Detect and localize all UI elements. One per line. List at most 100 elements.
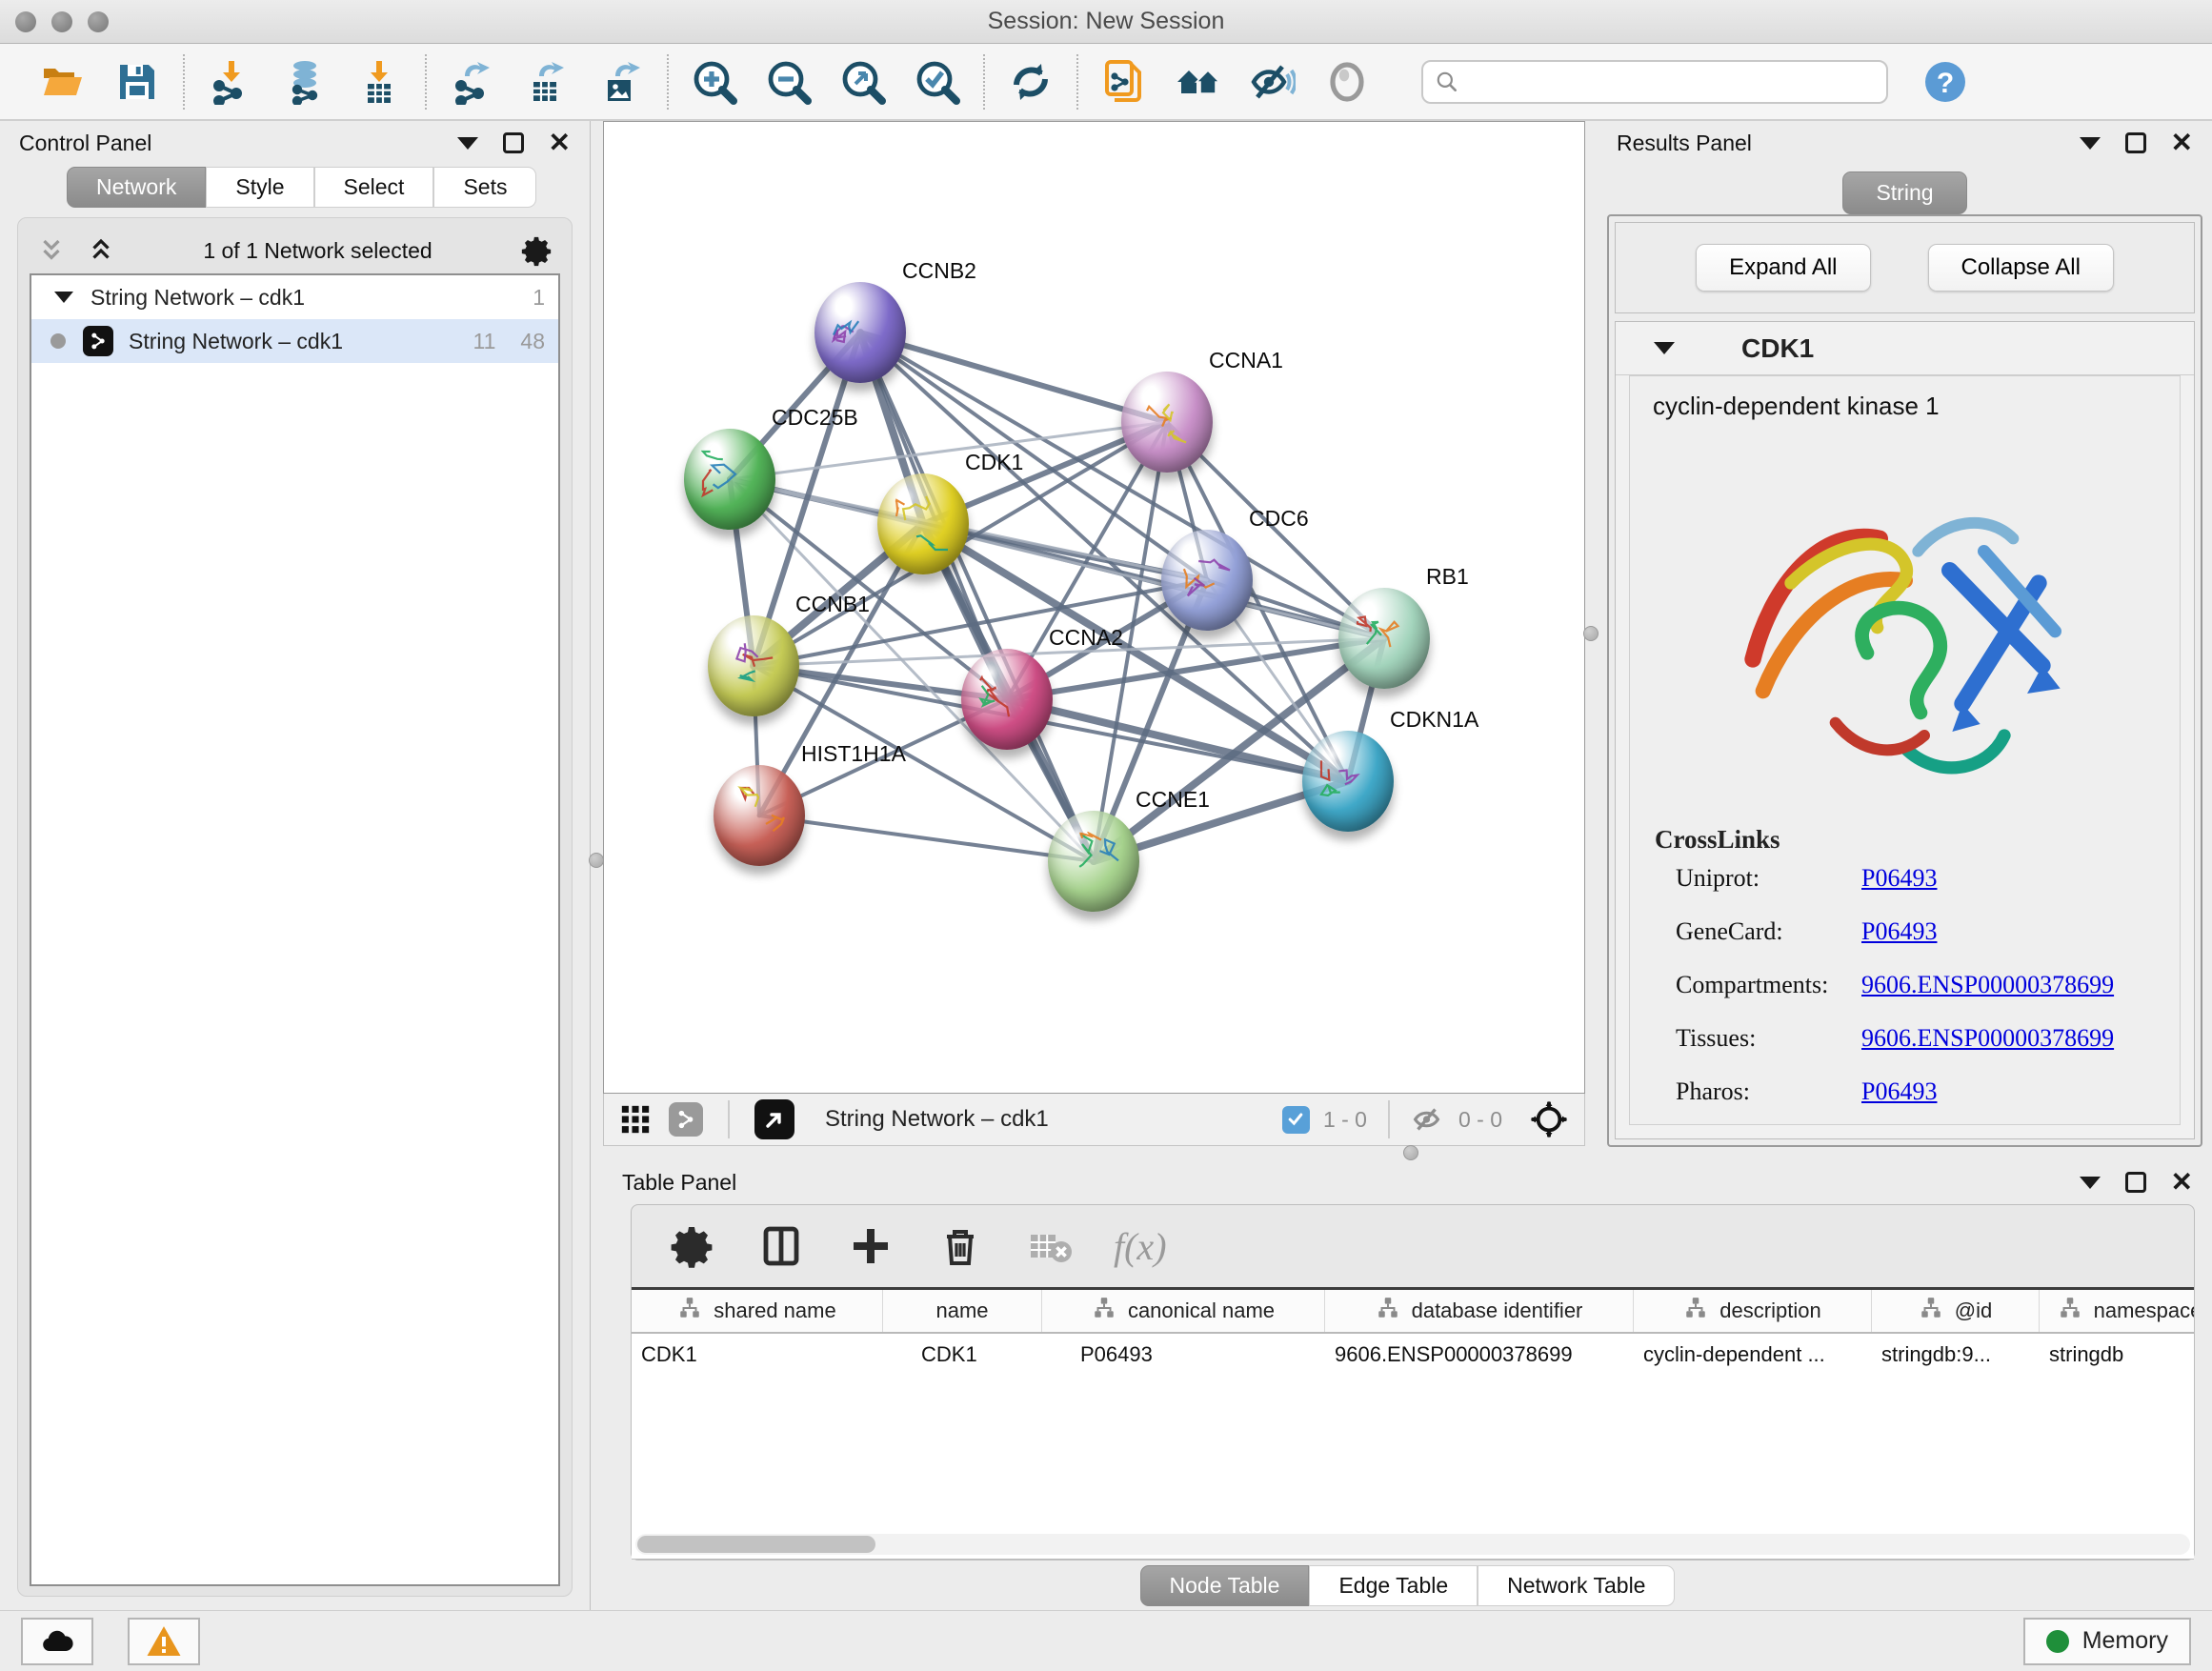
crosslink-link[interactable]: P06493 bbox=[1861, 917, 1937, 946]
float-panel-icon[interactable] bbox=[2125, 132, 2146, 153]
tab-network[interactable]: Network bbox=[67, 167, 206, 208]
tab-network-table[interactable]: Network Table bbox=[1478, 1565, 1675, 1606]
delete-column-icon[interactable] bbox=[935, 1220, 986, 1272]
crosslink-link[interactable]: P06493 bbox=[1861, 864, 1937, 893]
network-node-ccne1[interactable] bbox=[1048, 811, 1139, 912]
column-header-database-identifier[interactable]: database identifier bbox=[1325, 1290, 1634, 1332]
hide-selected-icon[interactable] bbox=[1248, 57, 1297, 107]
import-network-icon[interactable] bbox=[206, 57, 255, 107]
close-panel-icon[interactable]: ✕ bbox=[549, 130, 571, 156]
save-session-icon[interactable] bbox=[112, 57, 162, 107]
export-network-icon[interactable] bbox=[448, 57, 497, 107]
column-header-name[interactable]: name bbox=[883, 1290, 1042, 1332]
crosslink-link[interactable]: 9606.ENSP00000378699 bbox=[1861, 971, 2114, 999]
network-node-cdk1[interactable] bbox=[877, 473, 969, 574]
clear-table-icon[interactable] bbox=[1024, 1220, 1076, 1272]
search-input[interactable] bbox=[1469, 70, 1875, 94]
float-panel-icon[interactable] bbox=[2125, 1172, 2146, 1193]
show-selected-icon[interactable] bbox=[1322, 57, 1372, 107]
refresh-icon[interactable] bbox=[1006, 57, 1056, 107]
splitter-knob[interactable] bbox=[589, 853, 604, 868]
gene-description: cyclin-dependent kinase 1 bbox=[1653, 392, 2157, 421]
network-node-cdc6[interactable] bbox=[1161, 530, 1253, 631]
vertical-splitter[interactable] bbox=[591, 121, 603, 1610]
add-column-icon[interactable] bbox=[845, 1220, 896, 1272]
crosslink-link[interactable]: 9606.ENSP00000378699 bbox=[1861, 1024, 2114, 1053]
column-header-description[interactable]: description bbox=[1634, 1290, 1872, 1332]
close-panel-icon[interactable]: ✕ bbox=[2171, 1169, 2193, 1196]
network-canvas[interactable]: CCNB2CCNA1CDC25BCDK1CDC6RB1CCNB1CCNA2CDK… bbox=[603, 121, 1585, 1094]
column-header-namespace[interactable]: namespace bbox=[2040, 1290, 2194, 1332]
import-table-icon[interactable] bbox=[354, 57, 404, 107]
network-node-ccna2[interactable] bbox=[961, 649, 1053, 750]
zoom-selected-icon[interactable] bbox=[913, 57, 962, 107]
expand-all-chevron-icon[interactable] bbox=[87, 236, 115, 265]
collapse-all-chevron-icon[interactable] bbox=[37, 236, 66, 265]
share-view-icon[interactable] bbox=[669, 1102, 703, 1137]
selected-checkbox-icon[interactable] bbox=[1282, 1106, 1310, 1134]
open-session-icon[interactable] bbox=[38, 57, 88, 107]
network-node-ccnb1[interactable] bbox=[708, 615, 799, 716]
network-node-label: CDC25B bbox=[772, 405, 858, 431]
help-icon[interactable]: ? bbox=[1920, 57, 1970, 107]
collection-expand-caret-icon[interactable] bbox=[54, 292, 73, 303]
column-header-shared-name[interactable]: shared name bbox=[632, 1290, 883, 1332]
network-node-cdkn1a[interactable] bbox=[1302, 731, 1394, 832]
table-settings-gear-icon[interactable] bbox=[666, 1220, 717, 1272]
float-panel-icon[interactable] bbox=[503, 132, 524, 153]
network-collection-row[interactable]: String Network – cdk1 1 bbox=[31, 275, 558, 319]
splitter-knob[interactable] bbox=[1403, 1145, 1418, 1160]
tab-edge-table[interactable]: Edge Table bbox=[1309, 1565, 1478, 1606]
import-database-icon[interactable] bbox=[280, 57, 330, 107]
clipboard-share-icon[interactable] bbox=[1099, 57, 1149, 107]
cloud-icon[interactable] bbox=[21, 1618, 93, 1665]
network-row-selected[interactable]: String Network – cdk1 11 48 bbox=[31, 319, 558, 363]
table-horizontal-scrollbar[interactable] bbox=[635, 1534, 2190, 1555]
splitter-knob[interactable] bbox=[1583, 626, 1599, 641]
network-node-ccna1[interactable] bbox=[1121, 372, 1213, 473]
position-crosshair-icon[interactable] bbox=[1529, 1099, 1569, 1139]
export-table-icon[interactable] bbox=[522, 57, 572, 107]
panel-menu-icon[interactable] bbox=[2080, 137, 2101, 150]
columns-icon[interactable] bbox=[755, 1220, 807, 1272]
tab-style[interactable]: Style bbox=[206, 167, 313, 208]
network-node-cdc25b[interactable] bbox=[684, 429, 775, 530]
function-fx-icon[interactable]: f(x) bbox=[1114, 1224, 1167, 1269]
table-row[interactable]: CDK1CDK1P064939606.ENSP00000378699cyclin… bbox=[632, 1334, 2194, 1376]
crosslink-label: Uniprot: bbox=[1676, 864, 1861, 893]
warning-icon[interactable] bbox=[128, 1618, 200, 1665]
panel-menu-icon[interactable] bbox=[457, 137, 478, 150]
scrollbar-thumb[interactable] bbox=[637, 1536, 875, 1553]
expand-all-button[interactable]: Expand All bbox=[1696, 244, 1870, 292]
vertical-splitter[interactable] bbox=[1585, 121, 1598, 1160]
tab-node-table[interactable]: Node Table bbox=[1140, 1565, 1310, 1606]
collapse-all-button[interactable]: Collapse All bbox=[1928, 244, 2114, 292]
home-network-icon[interactable] bbox=[1174, 57, 1223, 107]
network-node-rb1[interactable] bbox=[1338, 588, 1430, 689]
section-collapse-caret-icon[interactable] bbox=[1654, 342, 1675, 354]
panel-menu-icon[interactable] bbox=[2080, 1177, 2101, 1189]
grid-view-icon[interactable] bbox=[619, 1103, 652, 1136]
hidden-eye-icon[interactable] bbox=[1411, 1102, 1445, 1137]
horizontal-splitter[interactable] bbox=[603, 1146, 1585, 1160]
network-options-gear-icon[interactable] bbox=[520, 234, 553, 267]
network-node-ccnb2[interactable] bbox=[814, 282, 906, 383]
protein-thumbnail bbox=[1356, 609, 1413, 668]
network-selected-status: 1 of 1 Network selected bbox=[136, 238, 499, 264]
network-node-hist1h1a[interactable] bbox=[714, 765, 805, 866]
tab-select[interactable]: Select bbox=[314, 167, 434, 208]
column-header-id[interactable]: @id bbox=[1872, 1290, 2040, 1332]
tab-string[interactable]: String bbox=[1842, 171, 1966, 214]
tab-sets[interactable]: Sets bbox=[433, 167, 536, 208]
crosslink-link[interactable]: P06493 bbox=[1861, 1077, 1937, 1106]
memory-button[interactable]: Memory bbox=[2023, 1618, 2191, 1665]
close-panel-icon[interactable]: ✕ bbox=[2171, 130, 2193, 156]
open-in-window-icon[interactable] bbox=[754, 1099, 794, 1139]
column-header-canonical-name[interactable]: canonical name bbox=[1042, 1290, 1325, 1332]
network-edge-count: 48 bbox=[520, 329, 545, 354]
export-image-icon[interactable] bbox=[596, 57, 646, 107]
zoom-in-icon[interactable] bbox=[690, 57, 739, 107]
window-title: Session: New Session bbox=[0, 8, 2212, 35]
zoom-fit-icon[interactable] bbox=[838, 57, 888, 107]
zoom-out-icon[interactable] bbox=[764, 57, 814, 107]
